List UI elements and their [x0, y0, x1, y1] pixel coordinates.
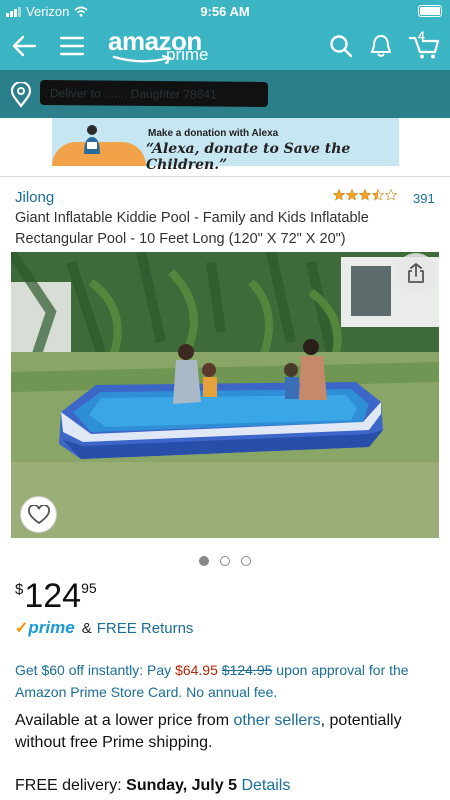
brand-link[interactable]: Jilong	[15, 189, 54, 206]
availability-text-1: Available at a lower price from	[15, 712, 234, 729]
prime-check-icon: ✓	[15, 620, 29, 637]
prime-badge: prime	[28, 618, 75, 637]
status-bar: Verizon 9:56 AM	[0, 0, 450, 22]
store-card-offer-link[interactable]: Get $60 off instantly: Pay $64.95 $124.9…	[15, 659, 440, 703]
image-carousel-dots[interactable]	[199, 556, 251, 566]
prime-returns-row: ✓ prime & FREE Returns	[15, 618, 193, 638]
divider	[0, 176, 450, 177]
cart-count-badge: 4	[418, 29, 425, 43]
clock: 9:56 AM	[200, 4, 250, 19]
delivery-label: FREE delivery:	[15, 777, 127, 794]
pool-photo-illustration	[11, 252, 439, 538]
back-arrow-icon[interactable]	[8, 30, 40, 62]
wishlist-heart-icon[interactable]	[20, 496, 57, 533]
price: $ 124 95	[15, 577, 97, 615]
search-icon[interactable]	[326, 30, 356, 62]
notification-bell-icon[interactable]	[366, 30, 396, 62]
share-icon[interactable]	[396, 253, 436, 293]
banner-headline: “Alexa, donate to Save the Children.”	[146, 141, 351, 173]
reading-person-icon	[84, 125, 100, 154]
banner-small-text: Make a donation with Alexa	[148, 128, 279, 139]
delivery-info: FREE delivery: Sunday, July 5 Details	[15, 777, 290, 795]
product-image[interactable]	[11, 252, 439, 538]
other-sellers-link[interactable]: other sellers	[233, 712, 320, 729]
price-whole: 124	[24, 577, 82, 615]
app-header: amazon prime 4	[0, 22, 450, 70]
free-returns-link[interactable]: FREE Returns	[97, 620, 194, 637]
carousel-dot-1[interactable]	[199, 556, 209, 566]
delivery-date: Sunday, July 5	[126, 777, 237, 794]
battery-icon	[418, 5, 442, 17]
alexa-donation-banner[interactable]: Make a donation with Alexa “Alexa, donat…	[52, 118, 399, 173]
star-full-icon	[346, 189, 358, 201]
menu-icon[interactable]	[56, 30, 88, 62]
smile-arrow-icon	[112, 55, 172, 64]
rating-count-link[interactable]: 391	[413, 191, 435, 206]
carousel-dot-2[interactable]	[220, 556, 230, 566]
star-rating[interactable]	[333, 189, 397, 201]
offer-sale-price: $64.95	[175, 662, 218, 678]
star-full-icon	[359, 189, 371, 201]
offer-text-1: Get $60 off instantly: Pay	[15, 662, 176, 678]
amazon-prime-logo[interactable]: amazon prime	[108, 26, 228, 66]
availability-text: Available at a lower price from other se…	[15, 710, 445, 754]
deliver-address-redacted: Deliver to ....... Daughter 78641	[39, 80, 269, 107]
star-full-icon	[333, 189, 345, 201]
price-currency: $	[15, 581, 24, 598]
amp-text: &	[81, 619, 92, 637]
price-fraction: 95	[81, 580, 97, 596]
carousel-dot-3[interactable]	[241, 556, 251, 566]
star-empty-icon	[385, 189, 397, 201]
deliver-to-bar[interactable]: Deliver to ....... Daughter 78641	[0, 70, 450, 118]
star-half-icon	[372, 189, 384, 201]
location-pin-icon	[10, 82, 32, 108]
product-title: Giant Inflatable Kiddie Pool - Family an…	[15, 210, 369, 247]
delivery-details-link[interactable]: Details	[241, 777, 290, 794]
offer-was-price: $124.95	[221, 662, 273, 678]
